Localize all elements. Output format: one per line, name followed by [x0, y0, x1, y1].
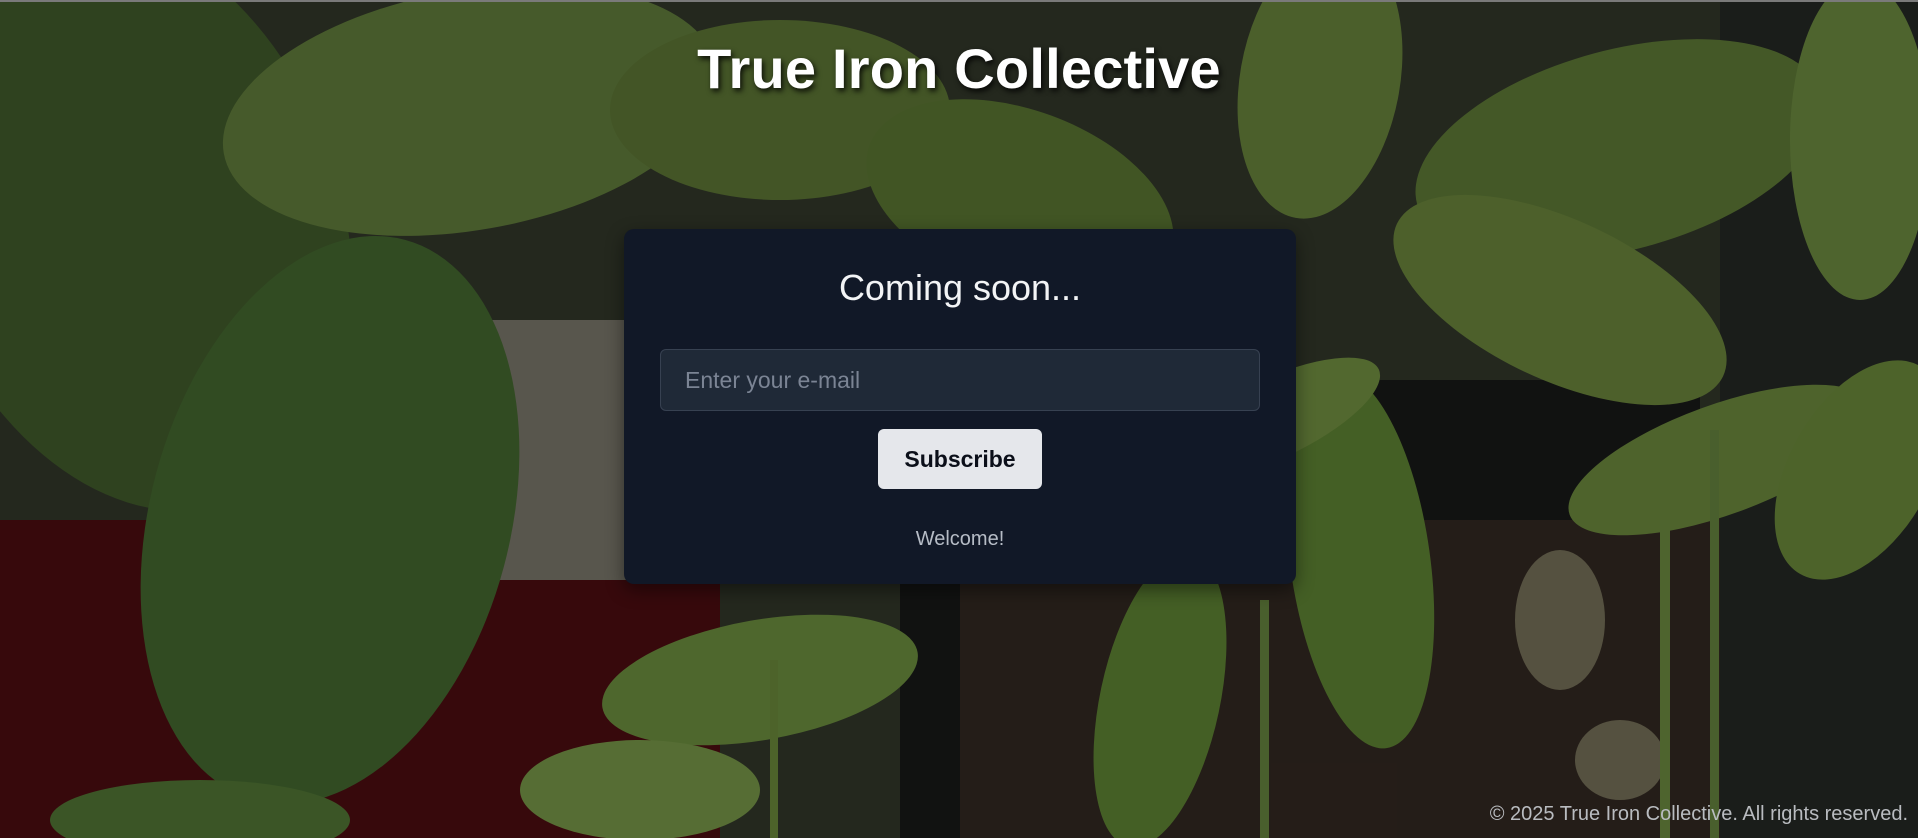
site-title: True Iron Collective	[697, 37, 1221, 100]
footer-copyright: © 2025 True Iron Collective. All rights …	[1489, 803, 1908, 825]
status-message: Welcome!	[915, 528, 1005, 550]
email-input[interactable]	[660, 349, 1260, 411]
top-border	[0, 0, 1918, 2]
coming-soon-heading: Coming soon...	[838, 267, 1082, 308]
signup-card: Coming soon... Subscribe Welcome!	[624, 229, 1296, 584]
landing-page: True Iron Collective Coming soon... Subs…	[0, 0, 1918, 838]
subscribe-button[interactable]: Subscribe	[878, 429, 1042, 489]
